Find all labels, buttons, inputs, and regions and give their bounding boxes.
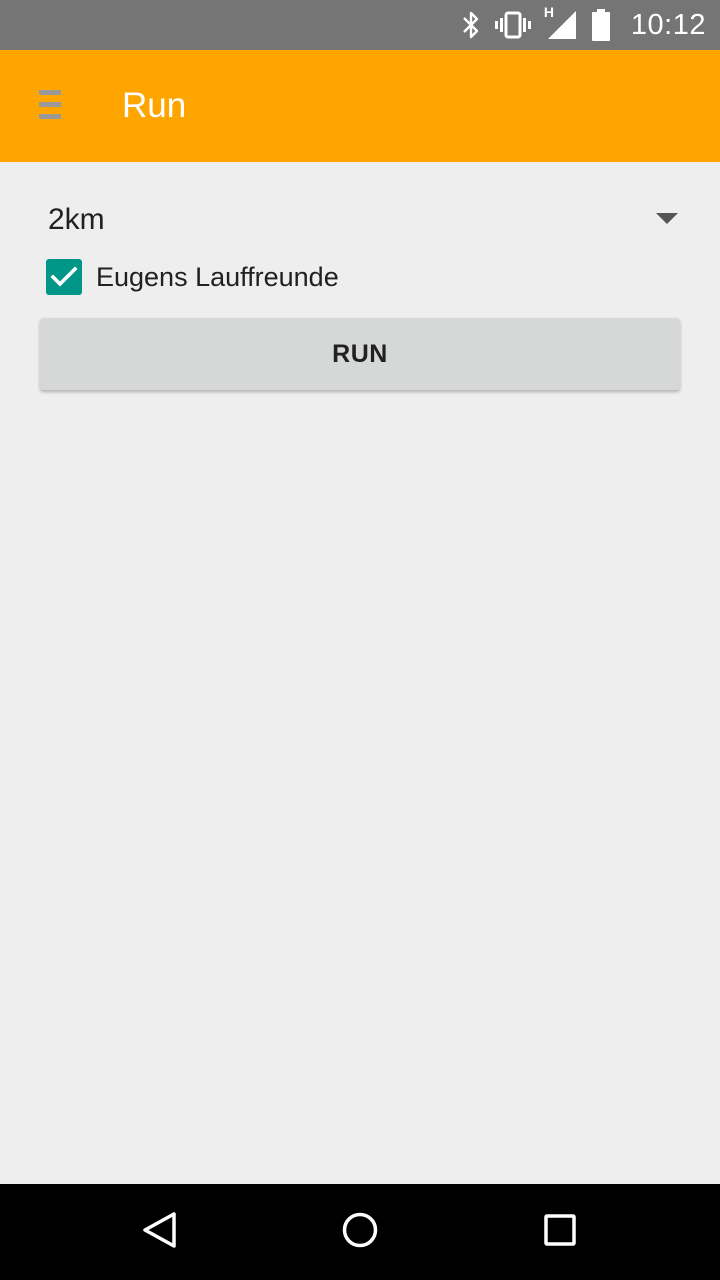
back-icon: [140, 1210, 180, 1255]
hamburger-menu-icon: [39, 88, 61, 125]
menu-button[interactable]: [28, 78, 72, 134]
checkmark-icon: [50, 266, 78, 287]
run-button-label: RUN: [332, 339, 388, 368]
app-title: Run: [122, 86, 187, 125]
home-button[interactable]: [300, 1184, 420, 1280]
screen: H 10:12 Run 2km Eugens Lauffreunde RUN: [0, 0, 720, 1280]
battery-icon: [591, 9, 611, 41]
group-checkbox-label: Eugens Lauffreunde: [96, 261, 339, 292]
bluetooth-icon: [461, 10, 481, 40]
home-icon: [340, 1210, 380, 1255]
recents-icon: [540, 1210, 580, 1255]
vibrate-icon: [494, 11, 531, 39]
run-button[interactable]: RUN: [40, 318, 680, 390]
distance-dropdown[interactable]: 2km: [40, 190, 684, 250]
network-type-label: H: [543, 4, 555, 20]
dropdown-arrow-icon: [656, 212, 678, 230]
distance-selected-value: 2km: [48, 203, 105, 236]
recents-button[interactable]: [500, 1184, 620, 1280]
status-bar: H 10:12: [0, 0, 720, 50]
back-button[interactable]: [100, 1184, 220, 1280]
app-bar: Run: [0, 50, 720, 162]
signal-icon: H: [544, 4, 577, 40]
group-checkbox-row[interactable]: Eugens Lauffreunde: [40, 252, 339, 302]
group-checkbox[interactable]: [46, 259, 82, 295]
status-time: 10:12: [630, 8, 706, 41]
navigation-bar: [0, 1184, 720, 1280]
status-icons: H 10:12: [461, 0, 706, 50]
